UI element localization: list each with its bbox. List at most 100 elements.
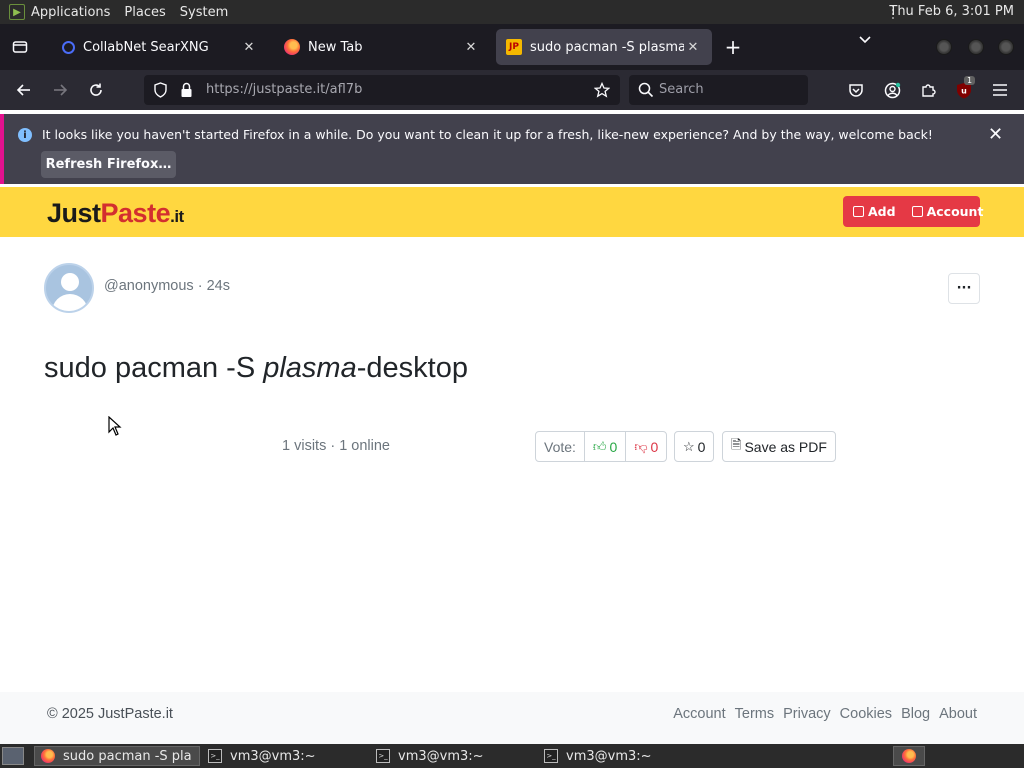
- ellipsis-icon: ···: [956, 281, 972, 296]
- close-icon[interactable]: ✕: [240, 38, 258, 56]
- footer-link-account[interactable]: Account: [673, 706, 725, 722]
- search-icon: [62, 40, 75, 54]
- panel-clock[interactable]: Thu Feb 6, 3:01 PM: [889, 4, 1014, 19]
- close-icon[interactable]: ✕: [462, 38, 480, 56]
- user-icon: [911, 206, 923, 217]
- header-button-group: Add Account: [843, 196, 983, 227]
- task-terminal-3[interactable]: >_ vm3@vm3:~: [538, 746, 704, 766]
- logo-paste: Paste: [100, 198, 171, 228]
- refresh-firefox-button[interactable]: Refresh Firefox…: [41, 151, 176, 178]
- tab-collabnet-searxng[interactable]: CollabNet SearXNG ✕: [52, 29, 268, 65]
- search-input[interactable]: [659, 82, 799, 97]
- tab-new-tab[interactable]: New Tab ✕: [274, 29, 490, 65]
- title-italic-part: plasma: [263, 352, 357, 384]
- puzzle-icon: [922, 84, 936, 97]
- add-button[interactable]: Add: [843, 196, 902, 227]
- list-all-tabs-button[interactable]: [858, 32, 872, 50]
- author-name[interactable]: @anonymous: [104, 278, 194, 294]
- search-icon: [638, 82, 654, 98]
- notification-message: It looks like you haven't started Firefo…: [42, 127, 933, 142]
- svg-text:u: u: [961, 86, 967, 95]
- pocket-button[interactable]: [842, 76, 870, 104]
- places-menu[interactable]: Places: [124, 5, 165, 20]
- new-tab-button[interactable]: +: [718, 32, 748, 62]
- more-options-button[interactable]: ···: [948, 273, 980, 304]
- title-part: sudo pacman -S: [44, 352, 264, 384]
- firefox-view-icon: [12, 41, 28, 53]
- lock-icon[interactable]: [180, 82, 193, 98]
- top-panel: ▶ Applications Places System Thu Feb 6, …: [0, 0, 1024, 24]
- account-button[interactable]: Account: [902, 196, 990, 227]
- close-window-button[interactable]: [998, 39, 1014, 55]
- save-as-pdf-button[interactable]: 🗎 Save as PDF: [722, 431, 836, 462]
- reload-button[interactable]: [82, 76, 110, 104]
- favorite-count: 0: [697, 438, 706, 455]
- account-button[interactable]: [878, 76, 906, 104]
- tab-strip: CollabNet SearXNG ✕ New Tab ✕ JP sudo pa…: [0, 24, 1024, 70]
- firefox-icon: [284, 39, 300, 55]
- task-firefox[interactable]: sudo pacman -S pla...: [34, 746, 200, 766]
- close-icon[interactable]: ✕: [988, 124, 1003, 145]
- show-desktop-button[interactable]: [2, 747, 24, 765]
- system-menu[interactable]: System: [180, 5, 228, 20]
- tray-firefox-button[interactable]: [893, 746, 925, 766]
- task-title: sudo pacman -S pla...: [63, 748, 193, 764]
- footer-link-cookies[interactable]: Cookies: [840, 706, 892, 722]
- app-menu-button[interactable]: [986, 76, 1014, 104]
- upvote-button[interactable]: 👍︎ 0: [585, 432, 627, 461]
- minimize-button[interactable]: [936, 39, 952, 55]
- taskbar: sudo pacman -S pla... >_ vm3@vm3:~ >_ vm…: [0, 744, 1024, 768]
- paste-age: 24s: [206, 278, 230, 294]
- distro-logo-icon[interactable]: ▶: [9, 4, 25, 20]
- avatar[interactable]: [44, 263, 94, 313]
- vote-label: Vote:: [536, 432, 585, 461]
- star-icon: ☆: [683, 438, 695, 454]
- task-title: vm3@vm3:~: [566, 748, 652, 764]
- task-terminal-2[interactable]: >_ vm3@vm3:~: [370, 746, 536, 766]
- justpaste-icon: JP: [506, 39, 522, 55]
- close-icon[interactable]: ✕: [684, 38, 702, 56]
- footer-link-about[interactable]: About: [939, 706, 977, 722]
- site-header: JustPaste.it Add Account: [0, 187, 1024, 237]
- url-bar[interactable]: https://justpaste.it/afl7b: [144, 75, 620, 105]
- firefox-view-button[interactable]: [2, 29, 38, 65]
- back-button[interactable]: [10, 76, 38, 104]
- justpaste-logo[interactable]: JustPaste.it: [47, 198, 184, 229]
- shield-icon[interactable]: [153, 82, 168, 98]
- firefox-icon: [902, 749, 916, 763]
- favorite-button[interactable]: ☆ 0: [674, 431, 715, 462]
- downvote-button[interactable]: 👎︎ 0: [626, 432, 666, 461]
- terminal-icon: >_: [376, 749, 390, 763]
- footer-link-blog[interactable]: Blog: [901, 706, 930, 722]
- task-terminal-1[interactable]: >_ vm3@vm3:~: [202, 746, 368, 766]
- extension-badge: 1: [964, 76, 976, 85]
- url-text[interactable]: https://justpaste.it/afl7b: [206, 82, 362, 97]
- mouse-cursor-icon: [108, 416, 122, 436]
- thumbs-down-icon: 👎︎: [634, 438, 648, 454]
- extensions-button[interactable]: [914, 76, 942, 104]
- save-pdf-label: Save as PDF: [744, 438, 827, 455]
- edit-icon: [853, 206, 864, 217]
- task-title: vm3@vm3:~: [230, 748, 316, 764]
- site-footer: © 2025 JustPaste.it Account Terms Privac…: [0, 692, 1024, 744]
- tab-title: sudo pacman -S plasma-de: [530, 39, 684, 55]
- pdf-file-icon: 🗎: [731, 436, 742, 452]
- add-label: Add: [868, 204, 896, 219]
- url-host: https://justpaste.it/: [206, 82, 330, 97]
- downvote-count: 0: [650, 438, 659, 455]
- search-bar[interactable]: [629, 75, 808, 105]
- footer-link-terms[interactable]: Terms: [735, 706, 774, 722]
- navigation-toolbar: https://justpaste.it/afl7b u 1: [0, 70, 1024, 110]
- account-label: Account: [926, 204, 984, 219]
- bookmark-star-icon[interactable]: [594, 82, 610, 98]
- forward-button[interactable]: [46, 76, 74, 104]
- tab-justpaste[interactable]: JP sudo pacman -S plasma-de ✕: [496, 29, 712, 65]
- copyright: © 2025 JustPaste.it: [47, 706, 173, 722]
- back-arrow-icon: [16, 84, 30, 96]
- tab-title: CollabNet SearXNG: [83, 39, 209, 55]
- footer-link-privacy[interactable]: Privacy: [783, 706, 831, 722]
- vote-group: Vote: 👍︎ 0 👎︎ 0: [535, 431, 668, 462]
- upvote-count: 0: [609, 438, 618, 455]
- maximize-button[interactable]: [968, 39, 984, 55]
- applications-menu[interactable]: Applications: [31, 5, 110, 20]
